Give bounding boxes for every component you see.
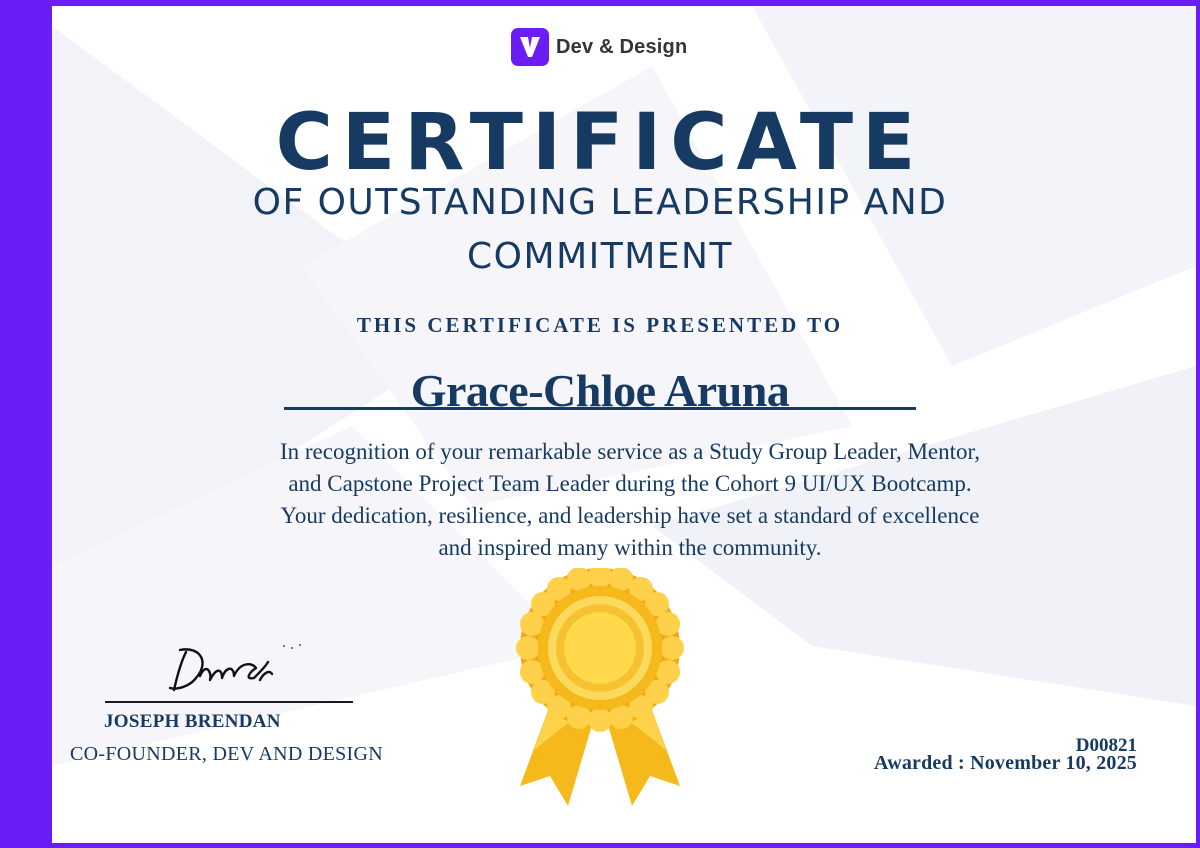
recognition-line-1: In recognition of your remarkable servic…	[279, 439, 981, 464]
certificate-title: CERTIFICATE	[275, 98, 925, 188]
recipient-name: Grace-Chloe Aruna	[410, 365, 790, 416]
v-logo-icon	[511, 28, 549, 66]
signature-line	[105, 701, 353, 703]
brand-logo: Dev & Design	[511, 28, 687, 66]
brand-name-design: Design	[619, 35, 688, 58]
presented-to-label: THIS CERTIFICATE IS PRESENTED TO	[356, 313, 844, 337]
recognition-line-3: Your dedication, resilience, and leaders…	[280, 503, 980, 528]
signer-role: CO-FOUNDER, DEV AND DESIGN	[70, 743, 383, 765]
recognition-line-2: and Capstone Project Team Leader during …	[288, 471, 972, 496]
brand-name: Dev & Design	[556, 36, 687, 59]
recognition-line-4: and inspired many within the community.	[438, 535, 822, 560]
award-date: Awarded : November 10, 2025	[874, 752, 1137, 774]
recognition-text: In recognition of your remarkable servic…	[160, 436, 1100, 564]
subtitle-line-1: OF OUTSTANDING LEADERSHIP AND	[252, 182, 948, 223]
subtitle-line-2: COMMITMENT	[467, 236, 733, 277]
certificate-subtitle: OF OUTSTANDING LEADERSHIP AND COMMITMENT	[150, 176, 1050, 284]
award-ribbon-icon	[516, 568, 684, 806]
brand-ampersand: &	[599, 35, 614, 58]
signer-name: JOSEPH BRENDAN	[104, 711, 281, 732]
recipient-underline	[284, 407, 916, 410]
signature-image	[168, 644, 301, 692]
brand-name-dev: Dev	[556, 35, 594, 58]
